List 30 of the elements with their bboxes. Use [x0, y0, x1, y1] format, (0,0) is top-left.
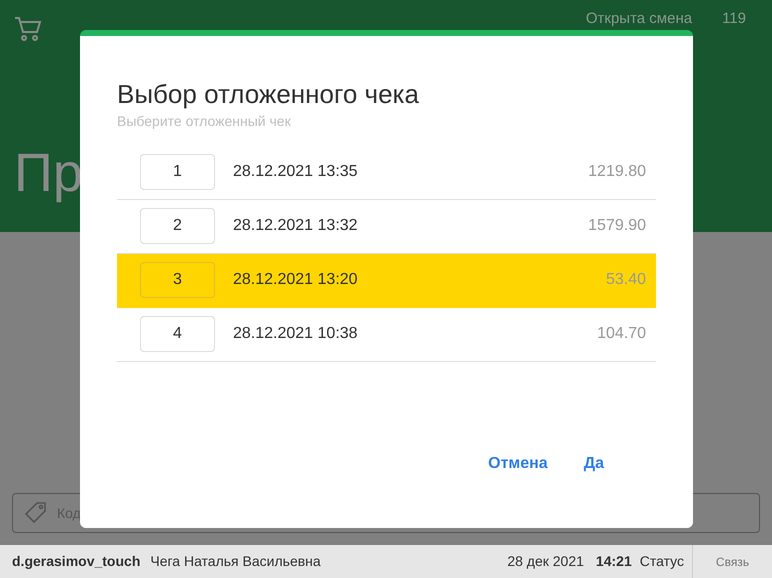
receipt-row[interactable]: 3 28.12.2021 13:20 53.40: [117, 254, 656, 308]
login-text: d.gerasimov_touch: [12, 552, 140, 571]
receipt-number: 1: [140, 154, 215, 190]
receipt-row[interactable]: 1 28.12.2021 13:35 1219.80: [117, 146, 656, 200]
receipt-datetime: 28.12.2021 13:20: [233, 270, 358, 290]
connection-button[interactable]: Связь: [692, 545, 772, 578]
page-title: Пр: [14, 146, 83, 200]
receipt-amount: 1219.80: [588, 162, 646, 182]
receipt-row[interactable]: 4 28.12.2021 10:38 104.70: [117, 308, 656, 362]
shift-status: Открыта смена: [586, 9, 692, 29]
dialog-subtitle: Выберите отложенный чек: [117, 112, 292, 131]
receipt-amount: 1579.90: [588, 216, 646, 236]
receipt-number: 3: [140, 262, 215, 298]
shift-number: 119: [722, 9, 746, 29]
tag-icon: [23, 500, 49, 526]
cart-icon[interactable]: [14, 16, 42, 42]
receipt-amount: 53.40: [606, 270, 646, 290]
cashier-name: Чега Наталья Васильевна: [150, 552, 321, 571]
date-text: 28 дек 2021: [507, 552, 584, 571]
receipt-amount: 104.70: [597, 324, 646, 344]
time-text: 14:21: [596, 552, 632, 571]
status-text: Статус: [640, 552, 684, 571]
receipt-number: 2: [140, 208, 215, 244]
dialog-title: Выбор отложенного чека: [117, 78, 420, 110]
receipt-number: 4: [140, 316, 215, 352]
receipt-datetime: 28.12.2021 13:35: [233, 162, 358, 182]
receipt-datetime: 28.12.2021 10:38: [233, 324, 358, 344]
cancel-button[interactable]: Отмена: [480, 448, 556, 480]
receipt-datetime: 28.12.2021 13:32: [233, 216, 358, 236]
confirm-button[interactable]: Да: [576, 448, 612, 480]
